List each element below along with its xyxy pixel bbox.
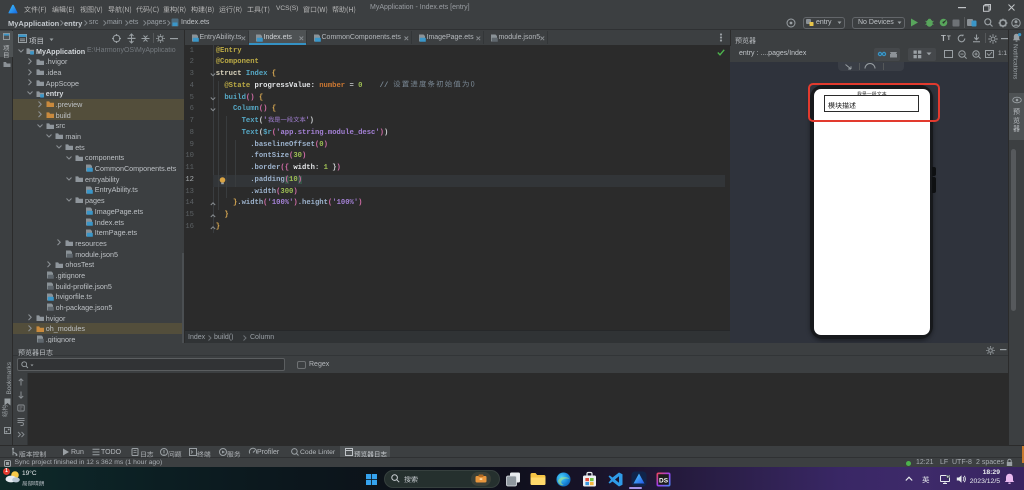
svg-text:DS: DS [659, 478, 669, 485]
